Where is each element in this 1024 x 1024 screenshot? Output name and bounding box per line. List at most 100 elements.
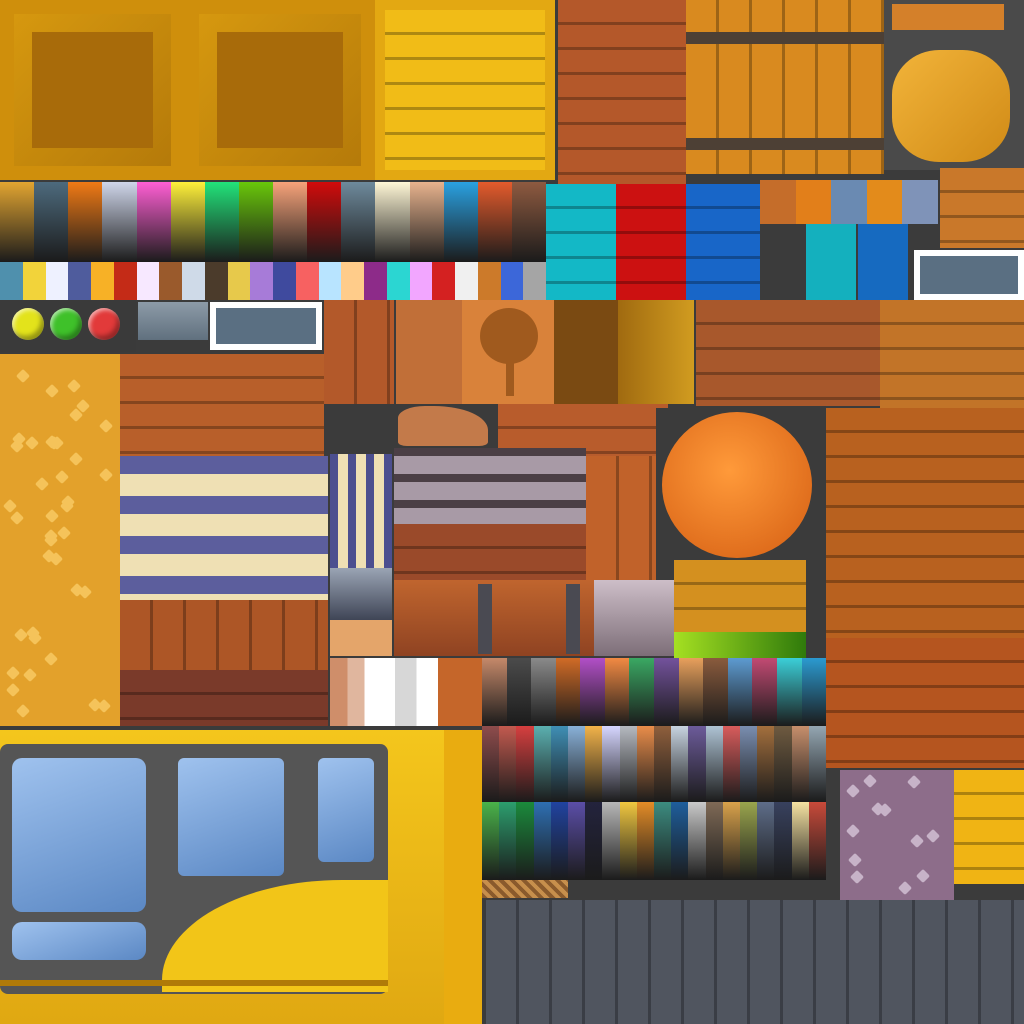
color-swatch	[602, 726, 620, 802]
palette-row-mid	[482, 658, 827, 726]
color-swatch	[273, 262, 296, 300]
golden-plank-texture	[674, 560, 806, 632]
pebble	[24, 435, 40, 451]
color-swatch	[654, 726, 672, 802]
color-swatch	[204, 262, 228, 300]
color-swatch	[795, 180, 832, 224]
color-swatch	[801, 658, 827, 726]
barrel-lid	[892, 50, 1010, 162]
color-swatch	[791, 802, 809, 880]
pink-stone-texture	[840, 770, 954, 900]
color-swatch	[568, 726, 586, 802]
pebble	[849, 869, 865, 885]
pink-metal-texture	[594, 580, 674, 656]
pebble	[925, 828, 941, 844]
color-swatch	[619, 802, 637, 880]
color-swatch	[34, 182, 69, 262]
barrel-side-texture	[686, 0, 884, 174]
color-swatch	[482, 726, 500, 802]
color-swatch	[555, 658, 581, 726]
color-swatch	[703, 658, 728, 726]
red-light-icon	[88, 308, 120, 340]
mini-gradient-row	[330, 658, 438, 726]
color-swatch	[499, 726, 517, 802]
color-swatch	[776, 658, 802, 726]
pebble	[909, 833, 925, 849]
blue-tile	[858, 224, 908, 300]
color-swatch	[500, 262, 524, 300]
gray-metal-plate	[138, 302, 208, 340]
palette-row-2	[482, 802, 827, 880]
color-swatch	[455, 262, 478, 300]
color-swatch	[671, 802, 689, 880]
dark-plank-texture	[120, 670, 328, 726]
pebble	[15, 368, 31, 384]
leaf-sign-texture	[394, 404, 498, 448]
color-swatch	[477, 262, 501, 300]
color-swatch	[774, 726, 792, 802]
color-swatch	[722, 802, 741, 880]
color-swatch	[604, 658, 630, 726]
color-swatch	[227, 262, 251, 300]
color-swatch	[68, 182, 103, 262]
color-swatch	[409, 182, 444, 262]
truck-cab-texture	[0, 730, 482, 1024]
color-swatch	[585, 802, 603, 880]
color-swatch	[533, 726, 551, 802]
metal-block-texture	[330, 568, 392, 620]
color-swatch	[113, 262, 137, 300]
color-swatch	[705, 726, 723, 802]
green-light-icon	[50, 308, 82, 340]
color-swatch	[295, 262, 319, 300]
color-swatch	[443, 182, 478, 262]
cab-window-front	[12, 758, 146, 912]
color-swatch	[602, 802, 620, 880]
pebble	[98, 418, 114, 434]
barrel-top-texture-bg	[884, 0, 1024, 170]
cab-stripe	[0, 980, 388, 986]
vertical-board-texture	[586, 456, 656, 580]
color-swatch	[831, 180, 867, 224]
color-swatch	[159, 262, 182, 300]
lower-plank-texture	[826, 638, 1024, 768]
color-swatch	[654, 658, 679, 726]
color-swatch	[585, 726, 603, 802]
texture-atlas	[0, 0, 1024, 1024]
log-stack-texture	[394, 524, 586, 580]
color-swatch	[568, 802, 586, 880]
crate-texture-bright	[375, 0, 555, 180]
small-swatch-row	[760, 180, 938, 224]
color-swatch	[102, 182, 137, 262]
color-swatch	[506, 658, 532, 726]
light-indicator-strip	[0, 300, 136, 352]
color-swatch	[22, 262, 46, 300]
color-swatch	[511, 182, 546, 262]
color-swatch	[866, 180, 903, 224]
pumpkin-icon	[662, 412, 812, 558]
gray-panel-frame	[210, 302, 322, 350]
color-swatch	[740, 802, 758, 880]
hinge-strap	[478, 584, 492, 654]
color-swatch	[307, 182, 342, 262]
color-swatch	[516, 726, 534, 802]
color-swatch	[432, 262, 455, 300]
color-swatch	[619, 726, 637, 802]
teal-tile	[806, 224, 856, 300]
brass-panel	[618, 300, 694, 404]
color-swatch	[182, 262, 205, 300]
hinged-board-texture	[394, 580, 594, 656]
pebble	[43, 651, 59, 667]
color-swatch	[688, 726, 706, 802]
tree-sign-texture	[462, 300, 554, 404]
color-swatch	[136, 182, 171, 262]
color-swatch	[791, 726, 809, 802]
pebble	[5, 665, 21, 681]
color-swatch	[533, 802, 551, 880]
cab-pillar	[444, 730, 482, 1024]
color-swatch	[808, 726, 827, 802]
color-swatch	[580, 658, 605, 726]
crate-panel	[32, 32, 153, 148]
color-swatch	[0, 182, 35, 262]
tall-plank-texture	[826, 408, 1024, 644]
pebble	[897, 880, 913, 896]
